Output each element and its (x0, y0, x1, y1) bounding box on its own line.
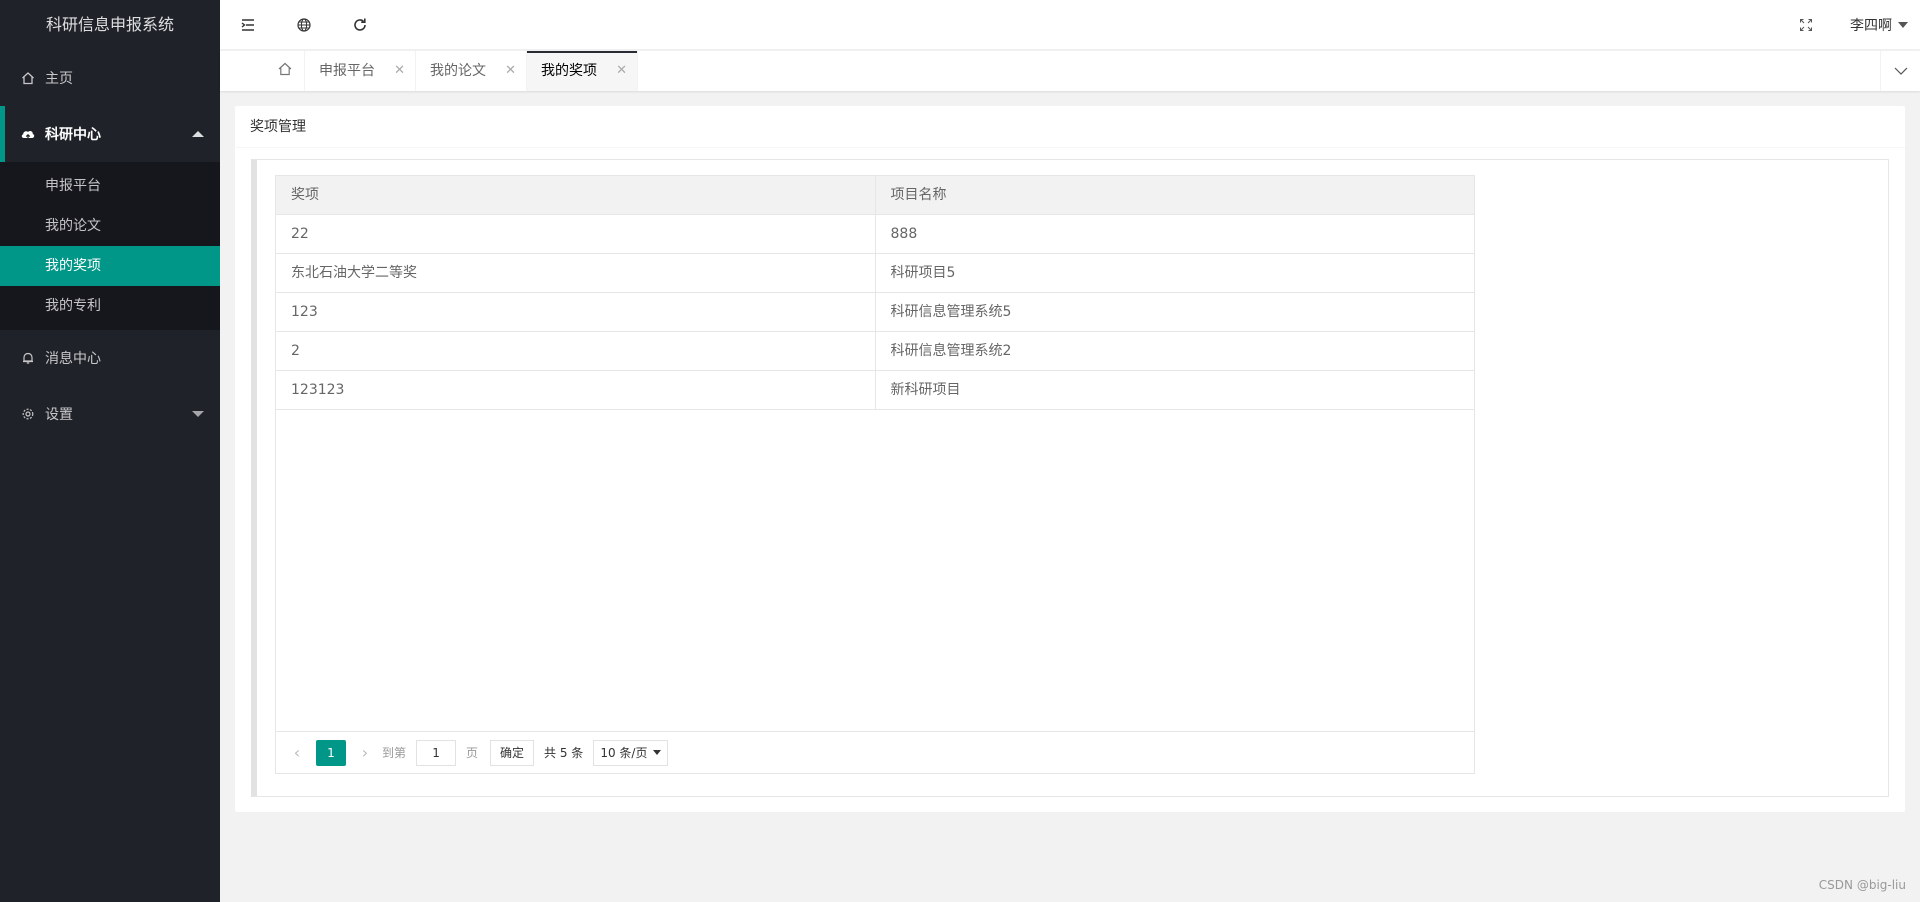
table-row[interactable]: 东北石油大学二等奖 科研项目5 (276, 254, 1474, 293)
column-header-project-name[interactable]: 项目名称 (874, 176, 1475, 214)
confirm-button[interactable]: 确定 (490, 739, 535, 766)
top-header: 李四啊 (220, 0, 1920, 50)
card-body: 奖项 项目名称 22 888 东北石油大学二等奖 科研项目5 123 科研信息管… (251, 159, 1889, 797)
globe-icon[interactable] (276, 0, 332, 50)
table-cell: 2 (291, 343, 300, 359)
bell-icon (20, 350, 36, 366)
caret-up-icon (192, 131, 204, 137)
prev-page-icon[interactable]: ‹ (286, 743, 308, 762)
user-name: 李四啊 (1850, 18, 1892, 34)
goto-page-input[interactable] (416, 739, 457, 766)
table-cell: 22 (291, 226, 309, 242)
next-page-icon[interactable]: › (354, 743, 376, 762)
tabs-more-button[interactable] (1880, 51, 1920, 91)
sidebar-item-label: 主页 (45, 71, 73, 87)
home-icon (20, 70, 36, 86)
table-cell: 科研项目5 (874, 254, 1475, 292)
column-header-award[interactable]: 奖项 (276, 176, 875, 214)
sidebar-item-label: 消息中心 (45, 351, 101, 367)
tab-label: 申报平台 (319, 63, 375, 79)
tab-declaration-platform[interactable]: 申报平台 ✕ (305, 51, 416, 91)
table-row[interactable]: 123 科研信息管理系统5 (276, 293, 1474, 332)
tab-my-papers[interactable]: 我的论文 ✕ (416, 51, 527, 91)
total-count: 共 5 条 (544, 746, 584, 760)
tab-my-awards[interactable]: 我的奖项 ✕ (527, 51, 638, 91)
close-icon[interactable]: ✕ (616, 51, 627, 91)
page-size-value: 10 条/页 (600, 745, 648, 760)
sidebar-item-research-center[interactable]: 科研中心 (0, 106, 220, 162)
page-tabs: 申报平台 ✕ 我的论文 ✕ 我的奖项 ✕ (220, 51, 1920, 91)
chevron-down-icon (1894, 63, 1908, 79)
awards-table: 奖项 项目名称 22 888 东北石油大学二等奖 科研项目5 123 科研信息管… (275, 175, 1475, 774)
sidebar-item-label: 设置 (45, 407, 73, 423)
menu-toggle-icon[interactable] (220, 0, 276, 50)
table-row[interactable]: 22 888 (276, 215, 1474, 254)
current-page-button[interactable]: 1 (316, 739, 346, 766)
refresh-icon[interactable] (332, 0, 388, 50)
sidebar-item-my-patents[interactable]: 我的专利 (0, 286, 220, 326)
table-cell: 888 (874, 215, 1475, 253)
tab-label: 我的奖项 (541, 63, 597, 79)
caret-down-icon (192, 411, 204, 417)
tab-home[interactable] (265, 51, 305, 91)
watermark: CSDN @big-liu (1818, 878, 1906, 892)
sidebar-item-label: 科研中心 (45, 127, 101, 143)
user-menu[interactable]: 李四啊 (1850, 0, 1920, 50)
page-size-select[interactable]: 10 条/页 (593, 739, 669, 766)
table-cell: 东北石油大学二等奖 (291, 265, 417, 281)
goto-label: 到第 (382, 746, 407, 760)
pagination: ‹ 1 › 到第 页 确定 共 5 条 10 条/页 (276, 731, 1474, 773)
sidebar: 科研信息申报系统 主页 科研中心 申报平台 我的论文 我的奖项 我的专利 消息中… (0, 0, 220, 902)
fullscreen-icon[interactable] (1778, 0, 1834, 50)
table-cell: 科研信息管理系统5 (874, 293, 1475, 331)
table-cell: 新科研项目 (874, 371, 1475, 409)
table-row[interactable]: 2 科研信息管理系统2 (276, 332, 1474, 371)
table-row[interactable]: 123123 新科研项目 (276, 371, 1474, 410)
sidebar-item-declaration-platform[interactable]: 申报平台 (0, 166, 220, 206)
gear-icon (20, 406, 36, 422)
table-header-row: 奖项 项目名称 (276, 176, 1474, 215)
sidebar-item-messages[interactable]: 消息中心 (0, 330, 220, 386)
home-icon (277, 61, 293, 81)
caret-down-icon (1898, 22, 1908, 28)
sidebar-item-my-awards[interactable]: 我的奖项 (0, 246, 220, 286)
awards-card: 奖项管理 奖项 项目名称 22 888 东北石油大学二等奖 科研项目5 123 … (235, 106, 1905, 812)
table-cell: 123123 (291, 382, 345, 398)
table-cell: 123 (291, 304, 318, 320)
card-title: 奖项管理 (235, 106, 1905, 148)
cloud-upload-icon (20, 126, 36, 142)
sidebar-item-home[interactable]: 主页 (0, 50, 220, 106)
table-cell: 科研信息管理系统2 (874, 332, 1475, 370)
chevron-down-icon (653, 750, 662, 755)
tab-label: 我的论文 (430, 63, 486, 79)
app-title: 科研信息申报系统 (45, 15, 174, 34)
sidebar-item-my-papers[interactable]: 我的论文 (0, 206, 220, 246)
close-icon[interactable]: ✕ (394, 51, 405, 91)
sidebar-item-settings[interactable]: 设置 (0, 386, 220, 442)
close-icon[interactable]: ✕ (505, 51, 516, 91)
page-label: 页 (466, 746, 479, 760)
sidebar-subnav: 申报平台 我的论文 我的奖项 我的专利 (0, 162, 220, 330)
